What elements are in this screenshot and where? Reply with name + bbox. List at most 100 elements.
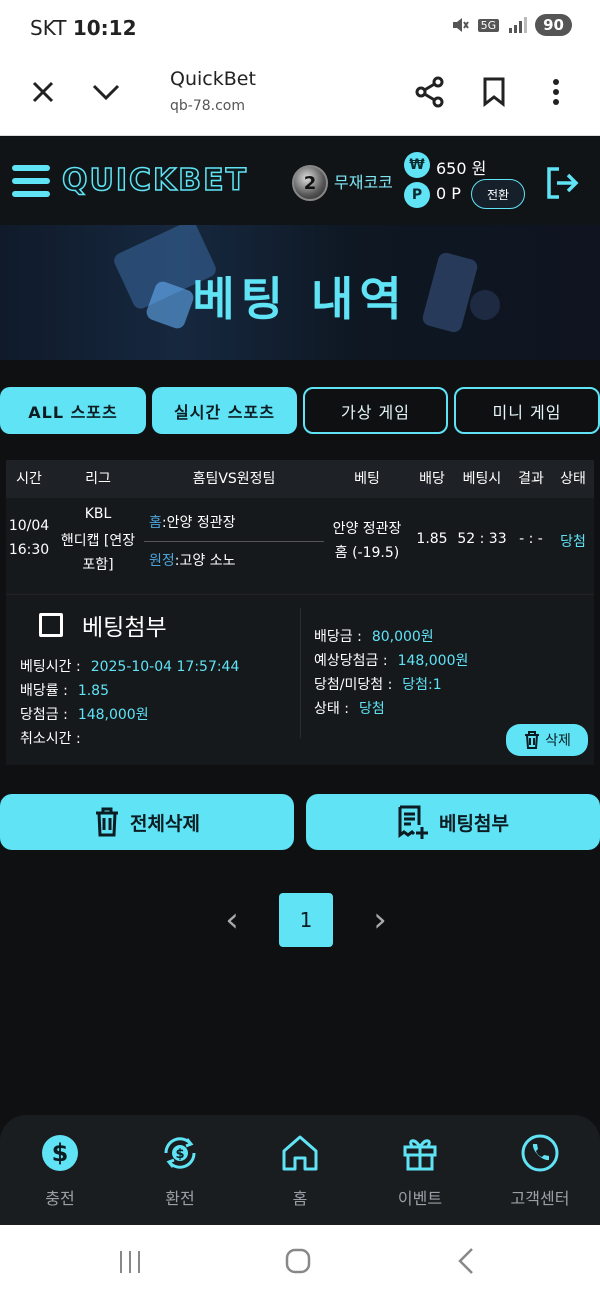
home-team-name: :안양 정관장 — [161, 515, 236, 531]
away-team-name: :고양 소노 — [174, 553, 236, 569]
col-time: 시간 — [16, 471, 42, 487]
site-logo[interactable]: QUICKBET — [61, 162, 248, 199]
home-button-icon[interactable] — [284, 1247, 312, 1279]
back-icon[interactable] — [456, 1247, 476, 1279]
username[interactable]: 무재코코 — [334, 169, 393, 193]
tab-virtual-games[interactable]: 가상 게임 — [303, 387, 448, 434]
level-badge: 2 — [292, 165, 328, 201]
recent-apps-icon[interactable] — [118, 1249, 142, 1279]
phone-icon — [520, 1133, 560, 1173]
nav-home-label: 홈 — [292, 1189, 308, 1208]
win-amount-label: 당첨금 : — [20, 707, 68, 723]
bet-amount-value: 80,000원 — [371, 629, 434, 645]
row-bet-time: 52 : 33 — [457, 531, 507, 547]
home-label: 홈 — [149, 515, 162, 531]
nav-support[interactable]: 고객센터 — [480, 1133, 600, 1209]
row-home-team: 홈:안양 정관장 — [149, 512, 235, 532]
prev-page-button[interactable]: ‹ — [212, 893, 252, 947]
signal-icon — [509, 17, 528, 33]
won-icon: ₩ — [404, 152, 430, 178]
detail-winlose: 당첨/미당첨 : 당첨:1 — [314, 674, 442, 694]
nav-deposit-label: 충전 — [45, 1189, 75, 1208]
bet-history-table: 시간 리그 홈팀VS원정팀 베팅 배당 베팅시 결과 상태 10/04 16:3… — [6, 460, 594, 765]
tab-mini-games[interactable]: 미니 게임 — [454, 387, 600, 434]
receipt-add-icon — [398, 805, 429, 839]
more-menu-icon[interactable] — [538, 74, 574, 110]
share-icon[interactable] — [412, 74, 448, 110]
tab-live-sports[interactable]: 실시간 스포츠 — [152, 387, 297, 434]
attach-checkbox[interactable] — [39, 613, 63, 637]
next-page-button[interactable]: › — [360, 893, 400, 947]
detail-win-amount: 당첨금 : 148,000원 — [20, 704, 149, 724]
hamburger-menu-icon[interactable] — [12, 165, 50, 199]
row-league-line1: KBL — [84, 506, 112, 522]
page-title: 베팅 내역 — [192, 272, 408, 326]
row-league-line2: 핸디캡 [연장 — [60, 533, 136, 549]
nav-home[interactable]: 홈 — [240, 1133, 360, 1209]
bet-time-value: 2025-10-04 17:57:44 — [90, 659, 240, 675]
state-label: 상태 : — [314, 701, 349, 717]
trash-icon — [525, 731, 540, 749]
col-result: 결과 — [518, 471, 544, 487]
browser-url[interactable]: qb-78.com — [170, 98, 245, 114]
bottom-nav: $ 충전 $ 환전 홈 이벤트 고객센터 — [0, 1115, 600, 1225]
col-status: 상태 — [560, 471, 586, 487]
row-bet-line2: 홈 (-19.5) — [334, 545, 400, 561]
col-league: 리그 — [85, 471, 111, 487]
delete-all-button[interactable]: 전체삭제 — [0, 794, 294, 850]
nav-withdraw[interactable]: $ 환전 — [120, 1133, 240, 1209]
bookmark-icon[interactable] — [476, 74, 512, 110]
point-balance: 0 P — [436, 184, 461, 203]
row-bet-line1: 안양 정관장 — [332, 521, 402, 537]
row-away-team: 원정:고양 소노 — [149, 550, 235, 570]
col-teams: 홈팀VS원정팀 — [192, 471, 276, 487]
detail-divider — [300, 608, 301, 738]
status-bar: SKT 10:12 5G 90 — [0, 0, 600, 56]
nav-event[interactable]: 이벤트 — [360, 1133, 480, 1209]
browser-title: QuickBet — [170, 68, 256, 90]
svg-text:$: $ — [175, 1147, 184, 1162]
bet-amount-label: 배당금 : — [314, 629, 362, 645]
convert-button[interactable]: 전환 — [471, 179, 525, 209]
gift-icon — [400, 1133, 440, 1173]
attach-bet-label: 베팅첨부 — [439, 812, 509, 835]
attach-title: 베팅첨부 — [82, 615, 167, 641]
row-league-line3: 포함] — [82, 557, 114, 573]
detail-cancel-time: 취소시간 : — [20, 728, 81, 748]
nav-deposit[interactable]: $ 충전 — [0, 1133, 120, 1209]
winlose-label: 당첨/미당첨 : — [314, 677, 393, 693]
row-odds: 1.85 — [416, 531, 448, 547]
chevron-down-icon[interactable] — [88, 74, 124, 110]
delete-button[interactable]: 삭제 — [506, 724, 588, 756]
row-time: 16:30 — [8, 542, 50, 558]
detail-bet-amount: 배당금 : 80,000원 — [314, 626, 434, 646]
nav-withdraw-label: 환전 — [165, 1189, 195, 1208]
browser-toolbar: QuickBet qb-78.com — [0, 56, 600, 136]
dollar-icon: $ — [40, 1133, 80, 1173]
col-bet: 베팅 — [354, 471, 380, 487]
point-icon: P — [404, 182, 430, 208]
delete-label: 삭제 — [545, 733, 571, 749]
odds-label: 배당률 : — [20, 683, 68, 699]
logout-icon[interactable] — [544, 165, 580, 201]
table-header: 시간 리그 홈팀VS원정팀 베팅 배당 베팅시 결과 상태 — [6, 460, 594, 498]
detail-expected: 예상당첨금 : 148,000원 — [314, 650, 468, 670]
detail-bet-time: 베팅시간 : 2025-10-04 17:57:44 — [20, 656, 239, 676]
col-bet-time: 베팅시 — [462, 471, 502, 487]
team-divider — [144, 541, 324, 542]
away-label: 원정 — [149, 553, 175, 569]
network-label: 5G — [477, 18, 500, 32]
attach-bet-button[interactable]: 베팅첨부 — [306, 794, 600, 850]
odds-value: 1.85 — [77, 683, 109, 699]
page-1-button[interactable]: 1 — [279, 893, 333, 947]
clock: 10:12 — [72, 16, 137, 40]
nav-support-label: 고객센터 — [510, 1189, 570, 1208]
close-icon[interactable] — [25, 74, 61, 110]
winlose-value: 당첨:1 — [402, 677, 442, 693]
expected-label: 예상당첨금 : — [314, 653, 388, 669]
tab-all-sports[interactable]: ALL 스포츠 — [0, 387, 146, 434]
site-header: QUICKBET 2 무재코코 ₩ 650 원 P 0 P 전환 — [0, 137, 600, 225]
row-status: 당첨 — [560, 534, 586, 550]
nav-event-label: 이벤트 — [397, 1189, 443, 1208]
expected-value: 148,000원 — [397, 653, 469, 669]
